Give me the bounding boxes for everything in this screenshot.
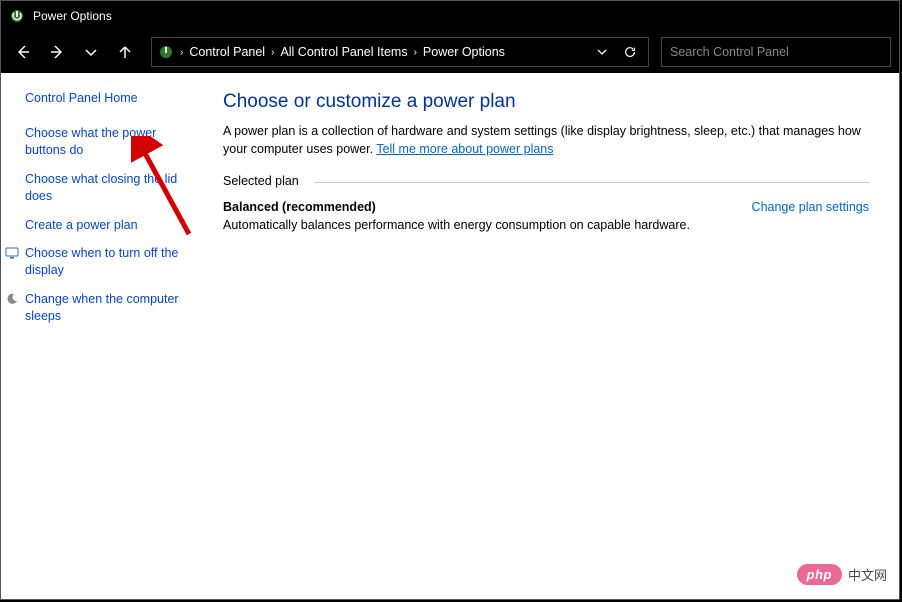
page-heading: Choose or customize a power plan	[223, 91, 869, 113]
titlebar: Power Options	[1, 1, 899, 31]
change-plan-settings-link[interactable]: Change plan settings	[752, 200, 869, 214]
up-button[interactable]	[111, 38, 139, 66]
breadcrumb-item[interactable]: Control Panel	[189, 45, 265, 59]
chevron-right-icon[interactable]: ›	[269, 47, 276, 58]
page-description: A power plan is a collection of hardware…	[223, 123, 869, 158]
moon-icon	[5, 292, 19, 306]
main-panel: Choose or customize a power plan A power…	[211, 73, 899, 599]
display-icon	[5, 246, 19, 260]
sidebar-link-create-plan[interactable]: Create a power plan	[25, 217, 203, 234]
refresh-button[interactable]	[618, 40, 642, 64]
window-title: Power Options	[33, 9, 112, 23]
sidebar-link-turn-off-display[interactable]: Choose when to turn off the display	[7, 245, 203, 279]
tell-me-more-link[interactable]: Tell me more about power plans	[376, 142, 553, 156]
power-options-icon	[158, 44, 174, 60]
search-input[interactable]	[661, 37, 891, 67]
address-dropdown[interactable]	[590, 40, 614, 64]
address-bar[interactable]: › Control Panel › All Control Panel Item…	[151, 37, 649, 67]
section-label: Selected plan	[223, 174, 869, 190]
sidebar-link-computer-sleeps[interactable]: Change when the computer sleeps	[7, 291, 203, 325]
sidebar-item-label: Change when the computer sleeps	[25, 292, 179, 323]
breadcrumb-item[interactable]: All Control Panel Items	[280, 45, 407, 59]
content: Control Panel Home Choose what the power…	[1, 73, 899, 599]
sidebar-link-closing-lid[interactable]: Choose what closing the lid does	[25, 171, 203, 205]
watermark-text: 中文网	[848, 565, 887, 584]
watermark: php 中文网	[797, 564, 887, 585]
chevron-right-icon[interactable]: ›	[178, 47, 185, 58]
sidebar: Control Panel Home Choose what the power…	[1, 73, 211, 599]
back-button[interactable]	[9, 38, 37, 66]
plan-name: Balanced (recommended)	[223, 200, 376, 214]
chevron-right-icon[interactable]: ›	[412, 47, 419, 58]
recent-dropdown[interactable]	[77, 38, 105, 66]
plan-description: Automatically balances performance with …	[223, 218, 869, 232]
breadcrumb-item[interactable]: Power Options	[423, 45, 505, 59]
sidebar-item-label: Choose when to turn off the display	[25, 246, 178, 277]
sidebar-link-power-buttons[interactable]: Choose what the power buttons do	[25, 125, 203, 159]
forward-button[interactable]	[43, 38, 71, 66]
control-panel-home-link[interactable]: Control Panel Home	[25, 91, 203, 105]
power-options-icon	[9, 8, 25, 24]
watermark-badge: php	[797, 564, 842, 585]
plan-row: Balanced (recommended) Change plan setti…	[223, 200, 869, 214]
window: Power Options › Control Panel › All Cont…	[0, 0, 900, 600]
navbar: › Control Panel › All Control Panel Item…	[1, 31, 899, 73]
